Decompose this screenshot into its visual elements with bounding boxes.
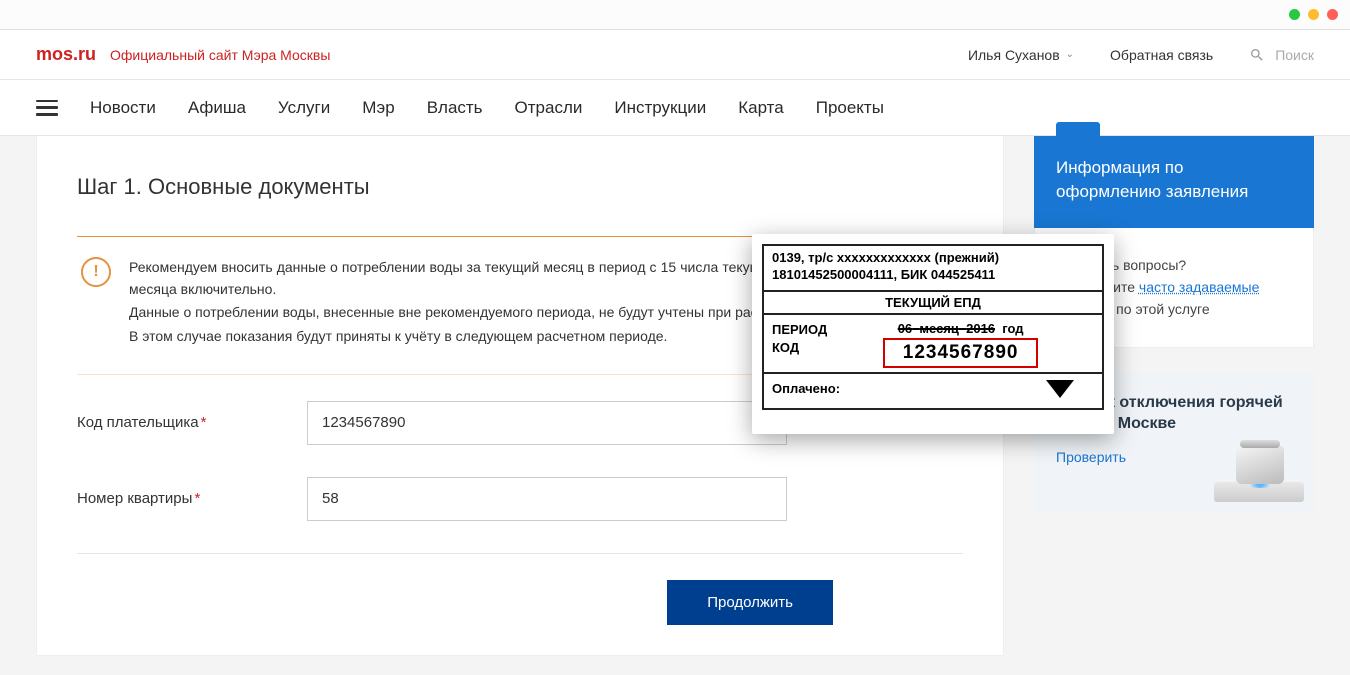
alert-icon: ! [81, 257, 111, 287]
continue-button[interactable]: Продолжить [667, 580, 833, 625]
nav-afisha[interactable]: Афиша [188, 98, 246, 118]
apartment-input[interactable] [307, 477, 787, 521]
hamburger-menu-icon[interactable] [36, 100, 58, 116]
info-card[interactable]: Информация по оформлению заявления [1034, 136, 1314, 228]
receipt-code-highlight: 1234567890 [883, 338, 1039, 368]
apartment-label: Номер квартиры* [77, 490, 307, 507]
payer-code-input[interactable] [307, 401, 787, 445]
user-menu[interactable]: Илья Суханов ⌄ [968, 47, 1074, 63]
faq-post: по этой услуге [1112, 301, 1209, 317]
payer-code-label: Код плательщика* [77, 414, 307, 431]
top-bar: mos.ru Официальный сайт Мэра Москвы Илья… [0, 30, 1350, 80]
receipt-hint-overlay: 0139, тр/с xxxxxxxxxxxxx (прежний) 18101… [752, 234, 1114, 434]
site-logo[interactable]: mos.ru [36, 44, 96, 65]
receipt-code-label: КОД [772, 339, 827, 357]
window-minimize-icon[interactable] [1289, 9, 1300, 20]
nav-map[interactable]: Карта [738, 98, 784, 118]
receipt-current-label: ТЕКУЩИЙ ЕПД [764, 290, 1102, 315]
window-maximize-icon[interactable] [1308, 9, 1319, 20]
ticket-icon [1056, 122, 1100, 146]
receipt-paid-label: Оплачено: [772, 381, 840, 396]
search-trigger[interactable]: Поиск [1249, 47, 1314, 63]
receipt-period-label: ПЕРИОД [772, 321, 827, 339]
form-divider [77, 553, 963, 554]
site-logo-subtitle: Официальный сайт Мэра Москвы [110, 47, 330, 63]
feedback-link[interactable]: Обратная связь [1110, 47, 1213, 63]
receipt-period-value: 06 месяц 2016 год [827, 321, 1094, 336]
nav-industries[interactable]: Отрасли [515, 98, 583, 118]
search-placeholder: Поиск [1275, 47, 1314, 63]
nav-power[interactable]: Власть [427, 98, 483, 118]
user-name-label: Илья Суханов [968, 47, 1060, 63]
nav-mayor[interactable]: Мэр [362, 98, 394, 118]
receipt-account-line-1: 0139, тр/с xxxxxxxxxxxxx (прежний) [772, 250, 1094, 267]
nav-services[interactable]: Услуги [278, 98, 330, 118]
nav-projects[interactable]: Проекты [816, 98, 884, 118]
nav-instructions[interactable]: Инструкции [614, 98, 706, 118]
nav-news[interactable]: Новости [90, 98, 156, 118]
chevron-down-icon: ⌄ [1066, 49, 1074, 60]
window-close-icon[interactable] [1327, 9, 1338, 20]
triangle-down-icon [1046, 380, 1074, 398]
browser-chrome [0, 0, 1350, 30]
main-nav: Новости Афиша Услуги Мэр Власть Отрасли … [0, 80, 1350, 136]
search-icon [1249, 47, 1265, 63]
torn-edge-decoration [752, 420, 1114, 434]
promo-illustration [1214, 432, 1304, 502]
receipt-account-line-2: 18101452500004111, БИК 044525411 [772, 267, 1094, 284]
promo-check-link[interactable]: Проверить [1056, 449, 1126, 465]
step-title: Шаг 1. Основные документы [77, 174, 963, 200]
